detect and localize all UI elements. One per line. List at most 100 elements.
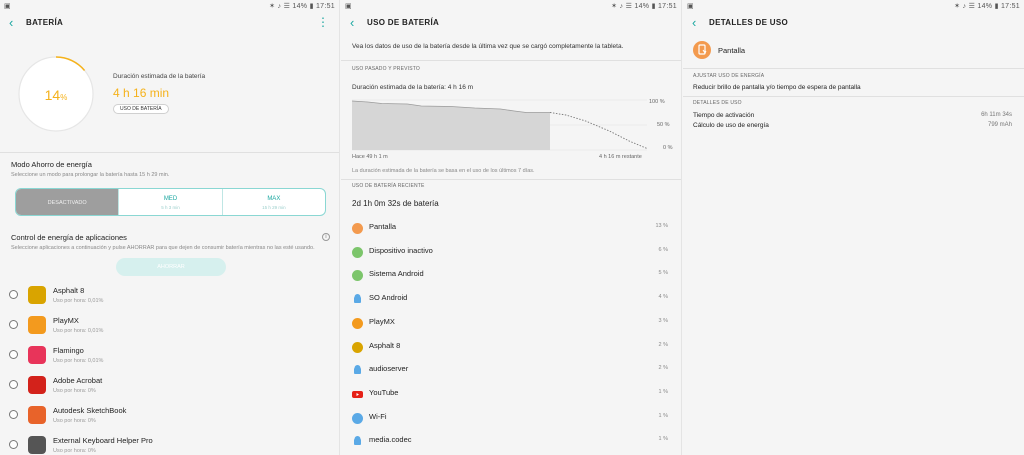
app-radio[interactable] xyxy=(9,440,18,449)
android-icon xyxy=(352,434,363,446)
usage-name: Dispositivo inactivo xyxy=(369,245,433,255)
total-battery-time: 2d 1h 0m 32s de batería xyxy=(352,199,439,208)
app-bar: ‹ BATERÍA ⋮ xyxy=(0,12,339,34)
estimated-duration: Duración estimada de la batería: 4 h 16 … xyxy=(352,84,474,91)
battery-gauge: 14% xyxy=(16,54,96,134)
usage-row[interactable]: audioserver 2 % xyxy=(341,358,681,380)
usage-row[interactable]: SO Android 4 % xyxy=(341,287,681,309)
save-button[interactable]: AHORRAR xyxy=(116,258,226,276)
page-title: BATERÍA xyxy=(26,18,64,27)
usage-row[interactable]: Sistema Android 5 % xyxy=(341,263,681,285)
status-bar: ▣ ✶ ♪ ☰ 14% ▮ 17:51 xyxy=(341,0,681,12)
playmx-icon xyxy=(28,316,46,334)
estimate-note: La duración estimada de la batería se ba… xyxy=(352,168,535,174)
divider xyxy=(683,96,1024,97)
page-title: DETALLES DE USO xyxy=(709,18,789,27)
app-row[interactable]: Flamingo Uso por hora: 0,01% xyxy=(0,340,339,370)
app-radio[interactable] xyxy=(9,290,18,299)
app-row[interactable]: External Keyboard Helper Pro Uso por hora… xyxy=(0,430,339,455)
screen-icon xyxy=(693,41,711,59)
asphalt-icon xyxy=(28,286,46,304)
usage-percent: 3 % xyxy=(658,317,668,324)
active-time-value: 6h 11m 34s xyxy=(981,112,1012,118)
usage-name: media.codec xyxy=(369,435,412,445)
app-usage: Uso por hora: 0,01% xyxy=(53,298,104,304)
sketchbook-icon xyxy=(28,406,46,424)
usage-percent: 13 % xyxy=(655,223,668,229)
usage-percent: 2 % xyxy=(658,365,668,372)
back-arrow-icon[interactable]: ‹ xyxy=(692,15,696,30)
usage-name: audioserver xyxy=(369,364,409,374)
usage-name: Sistema Android xyxy=(369,269,424,279)
status-text: ✶ ♪ ☰ 14% ▮ 17:51 xyxy=(954,3,1020,10)
power-mode-selector: DESACTIVADO MED 5 h 3 min MAX 15 h 29 mi… xyxy=(15,188,326,216)
usage-percent: 1 % xyxy=(658,436,668,443)
back-arrow-icon[interactable]: ‹ xyxy=(350,15,354,30)
usage-percent: 4 % xyxy=(658,294,668,301)
usage-name: PlayMX xyxy=(369,316,395,326)
flamingo-icon xyxy=(28,346,46,364)
app-name: Asphalt 8 xyxy=(53,286,85,295)
chart-start-label: Hace 49 h 1 m xyxy=(352,154,388,160)
status-bar: ▣ ✶ ♪ ☰ 14% ▮ 17:51 xyxy=(683,0,1024,12)
divider xyxy=(683,68,1024,69)
app-name: Adobe Acrobat xyxy=(53,376,103,385)
mode-off-option[interactable]: DESACTIVADO xyxy=(16,189,120,215)
history-area xyxy=(352,101,550,150)
app-radio[interactable] xyxy=(9,320,18,329)
usage-row[interactable]: media.codec 1 % xyxy=(341,429,681,451)
app-usage: Uso por hora: 0% xyxy=(53,418,96,424)
usage-details-panel: ▣ ✶ ♪ ☰ 14% ▮ 17:51 ‹ DETALLES DE USO Pa… xyxy=(683,0,1024,455)
usage-row[interactable]: Asphalt 8 2 % xyxy=(341,335,681,357)
app-usage: Uso por hora: 0,01% xyxy=(53,358,104,364)
screen-icon xyxy=(352,221,363,234)
usage-row[interactable]: Wi-Fi 1 % xyxy=(341,406,681,428)
battery-panel: ▣ ✶ ♪ ☰ 14% ▮ 17:51 ‹ BATERÍA ⋮ 14% Dura… xyxy=(0,0,340,455)
usage-percent: 5 % xyxy=(658,270,668,277)
usage-percent: 6 % xyxy=(658,246,668,253)
back-arrow-icon[interactable]: ‹ xyxy=(9,15,13,30)
usage-name: SO Android xyxy=(369,293,408,303)
idle-icon xyxy=(352,245,363,258)
mode-max-option[interactable]: MAX 15 h 29 min xyxy=(223,189,325,215)
app-row[interactable]: Autodesk SketchBook Uso por hora: 0% xyxy=(0,400,339,430)
more-options-icon[interactable]: ⋮ xyxy=(317,15,329,29)
app-name: Autodesk SketchBook xyxy=(53,406,127,415)
power-saving-title: Modo Ahorro de energía xyxy=(11,160,92,169)
mode-med-option[interactable]: MED 5 h 3 min xyxy=(119,189,223,215)
app-usage: Uso por hora: 0,01% xyxy=(53,328,104,334)
intro-text: Vea los datos de uso de la batería desde… xyxy=(352,43,624,50)
section-details: DETALLES DE USO xyxy=(693,100,742,106)
usage-row[interactable]: PlayMX 3 % xyxy=(341,311,681,333)
app-row[interactable]: PlayMX Uso por hora: 0,01% xyxy=(0,310,339,340)
app-name: PlayMX xyxy=(53,316,79,325)
usage-row[interactable]: Dispositivo inactivo 6 % xyxy=(341,240,681,262)
battery-history-chart xyxy=(351,97,672,153)
app-row[interactable]: Adobe Acrobat Uso por hora: 0% xyxy=(0,370,339,400)
active-time-label: Tiempo de activación xyxy=(693,112,755,119)
keyboard-icon xyxy=(28,436,46,454)
usage-row[interactable]: YouTube 1 % xyxy=(341,382,681,404)
usage-percent: 1 % xyxy=(658,412,668,419)
battery-percentage: 14% xyxy=(44,87,68,103)
info-icon[interactable]: i xyxy=(322,233,330,241)
usage-percent: 2 % xyxy=(658,341,668,348)
app-radio[interactable] xyxy=(9,350,18,359)
image-icon: ▣ xyxy=(345,3,352,10)
estimate-label: Duración estimada de la batería xyxy=(113,73,206,80)
android-icon xyxy=(352,363,363,375)
usage-name: Pantalla xyxy=(369,222,397,231)
section-recent-usage: USO DE BATERÍA RECIENTE xyxy=(352,183,425,189)
estimate-time: 4 h 16 min xyxy=(113,86,170,100)
usage-row[interactable]: Pantalla 13 % xyxy=(341,216,681,238)
app-radio[interactable] xyxy=(9,380,18,389)
usage-name: Wi-Fi xyxy=(369,411,387,421)
reduce-brightness-option[interactable]: Reducir brillo de pantalla y/o tiempo de… xyxy=(693,84,861,91)
status-text: ✶ ♪ ☰ 14% ▮ 17:51 xyxy=(269,3,335,10)
app-radio[interactable] xyxy=(9,410,18,419)
youtube-icon xyxy=(352,387,363,398)
image-icon: ▣ xyxy=(4,3,11,10)
usage-name: Asphalt 8 xyxy=(369,340,401,350)
battery-usage-button[interactable]: USO DE BATERÍA xyxy=(113,104,169,114)
app-row[interactable]: Asphalt 8 Uso por hora: 0,01% xyxy=(0,280,339,310)
